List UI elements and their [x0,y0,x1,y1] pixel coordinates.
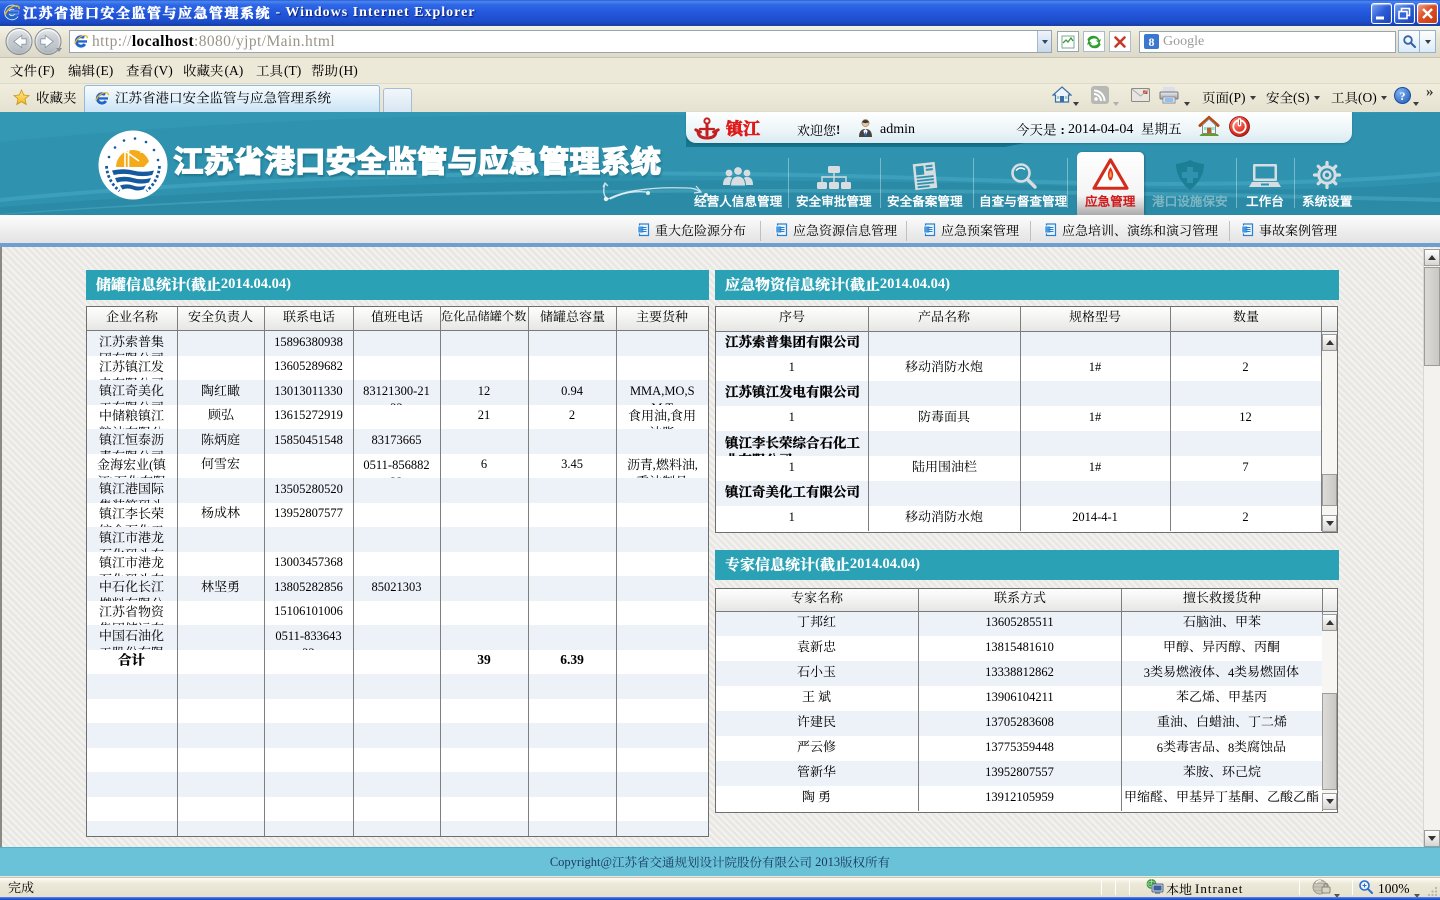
svg-text:?: ? [1400,89,1406,103]
svg-text:8: 8 [1149,35,1155,49]
